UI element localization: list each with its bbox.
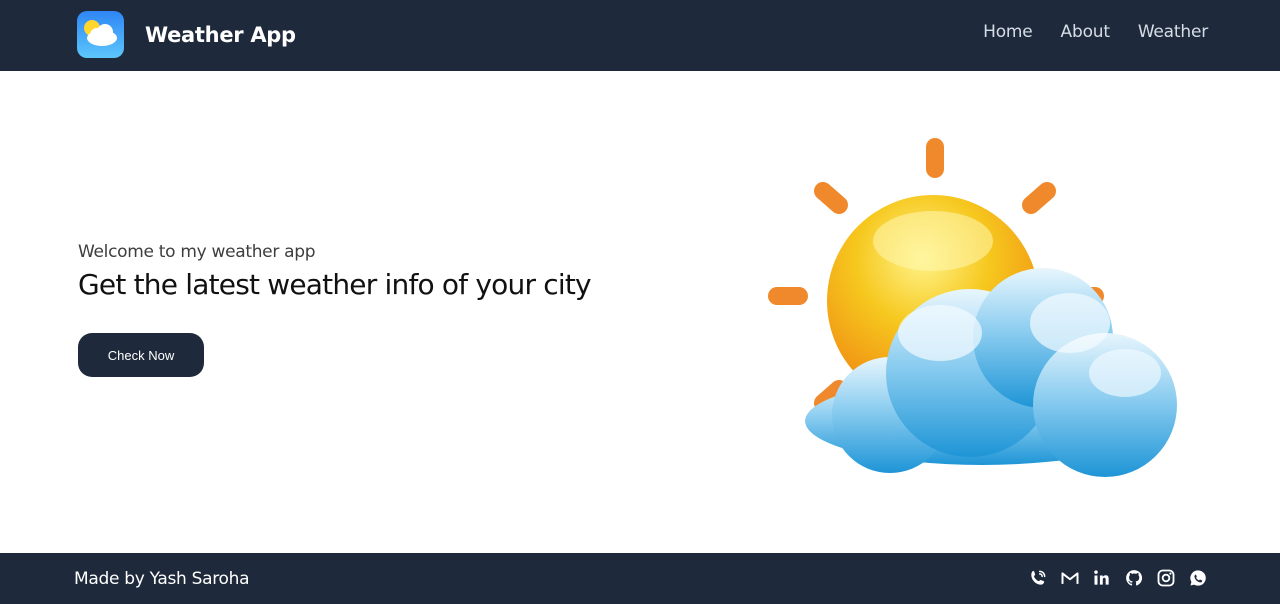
social-icons	[1028, 568, 1208, 588]
linkedin-icon[interactable]	[1092, 568, 1112, 588]
gmail-icon[interactable]	[1060, 568, 1080, 588]
nav-links: Home About Weather	[983, 22, 1208, 42]
nav-home-link[interactable]: Home	[983, 22, 1033, 42]
sun-cloud-illustration	[765, 133, 1185, 487]
hero-section: Welcome to my weather app Get the latest…	[0, 71, 1280, 553]
github-icon[interactable]	[1124, 568, 1144, 588]
footer-credit: Made by Yash Saroha	[74, 569, 250, 589]
nav-weather-link[interactable]: Weather	[1138, 22, 1208, 42]
footer: Made by Yash Saroha	[0, 553, 1280, 604]
navbar: Weather App Home About Weather	[0, 0, 1280, 71]
nav-about-link[interactable]: About	[1061, 22, 1110, 42]
brand-title: Weather App	[145, 22, 296, 47]
check-now-button[interactable]: Check Now	[78, 333, 204, 377]
brand[interactable]: Weather App	[77, 11, 296, 58]
hero-subtitle: Welcome to my weather app	[78, 242, 316, 262]
whatsapp-icon[interactable]	[1188, 568, 1208, 588]
phone-icon[interactable]	[1028, 568, 1048, 588]
weather-app-logo-icon	[77, 11, 124, 58]
instagram-icon[interactable]	[1156, 568, 1176, 588]
hero-title: Get the latest weather info of your city	[78, 268, 592, 301]
